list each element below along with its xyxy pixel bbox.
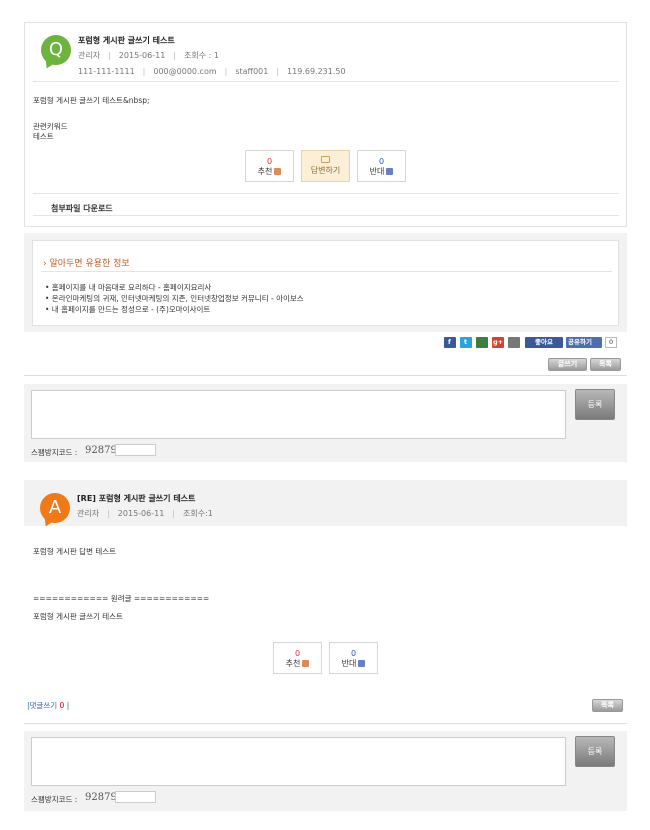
post-contact: 111-111-1111 | 000@0000.com | staff001 | 119.6… (78, 67, 346, 76)
answer-views: 조회수:1 (183, 509, 213, 518)
oppose-button[interactable]: 0 반대 (357, 150, 406, 182)
recommend-label: 추천 (285, 659, 301, 668)
answer-separator: ============ 원려글 ============ (33, 594, 210, 603)
attachment-download[interactable]: 첨부파일 다운로드 (51, 203, 113, 214)
thumbs-down-icon (386, 168, 394, 175)
recommend-button[interactable]: 0 추천 (273, 642, 322, 674)
post-phone: 111-111-1111 (78, 67, 135, 76)
post-ip: 119.69.231.50 (287, 67, 346, 76)
divider (24, 375, 627, 376)
keywords-label: 관련키워드 (33, 122, 68, 131)
write-button[interactable]: 글쓰기 (548, 358, 587, 371)
band-icon[interactable] (476, 337, 488, 348)
like-button[interactable]: 좋아요 (525, 337, 563, 348)
recommend-count: 0 (294, 649, 301, 658)
answer-body: 포럼형 게시판 답변 테스트 (33, 547, 117, 556)
submit-button[interactable]: 등록 (575, 736, 615, 767)
reply-icon (321, 156, 330, 163)
oppose-button[interactable]: 0 반대 (329, 642, 378, 674)
share-count: 0 (605, 337, 618, 348)
post-user-id: staff001 (235, 67, 269, 76)
question-avatar: Q (41, 35, 71, 65)
reply-label: 답변하기 (310, 166, 341, 175)
question-post: Q 포럼형 게시판 글쓰기 테스트 관리자 | 2015-06-11 | 조회수 : 1… (24, 22, 627, 227)
oppose-label: 반대 (341, 659, 357, 668)
info-link[interactable]: • 온라인마케팅의 귀재, 인터넷마케팅의 지존, 인터넷창업정보 커뮤니티 -… (45, 293, 304, 304)
oppose-label: 반대 (369, 167, 385, 176)
divider (33, 81, 619, 82)
spam-input[interactable] (115, 444, 156, 456)
divider (41, 271, 612, 272)
recommend-label: 추천 (257, 167, 273, 176)
google-plus-icon[interactable]: g+ (492, 337, 504, 348)
post-title[interactable]: 포럼형 게시판 글쓰기 테스트 (78, 35, 175, 46)
recommend-count: 0 (266, 157, 273, 166)
spam-code: 92879 (85, 445, 117, 456)
recommend-button[interactable]: 0 추천 (245, 150, 294, 182)
reply-button[interactable]: 답변하기 (301, 150, 350, 182)
divider (33, 215, 619, 216)
comment-textarea[interactable] (31, 390, 566, 439)
divider (33, 193, 619, 194)
comment-count-link[interactable]: |댓글쓰기 0 | (27, 700, 69, 711)
keywords-value: 테스트 (33, 132, 54, 141)
comment-count: 0 (59, 701, 65, 710)
post-date: 2015-06-11 (118, 51, 166, 60)
post-meta: 관리자 | 2015-06-11 | 조회수 : 1 (78, 51, 219, 60)
twitter-icon[interactable]: t (460, 337, 472, 348)
post-views: 조회수 : 1 (184, 51, 219, 60)
answer-author[interactable]: 관리자 (77, 509, 99, 518)
info-inner: › 알아두면 유용한 정보 • 홈페이지를 내 마음대로 요리하다 - 홈페이지… (32, 240, 619, 326)
facebook-icon[interactable]: f (444, 337, 456, 348)
spam-code: 92879 (85, 792, 117, 803)
info-panel: › 알아두면 유용한 정보 • 홈페이지를 내 마음대로 요리하다 - 홈페이지… (24, 233, 627, 332)
post-email[interactable]: 000@0000.com (153, 67, 216, 76)
answer-post: A [RE] 포럼형 게시판 글쓰기 테스트 관리자 | 2015-06-11 | 조회… (24, 480, 627, 696)
oppose-count: 0 (378, 157, 385, 166)
thumbs-up-icon (274, 168, 282, 175)
spam-input[interactable] (115, 791, 156, 803)
answer-date: 2015-06-11 (117, 509, 165, 518)
answer-meta: 관리자 | 2015-06-11 | 조회수:1 (77, 509, 213, 518)
info-link[interactable]: • 홈페이지를 내 마음대로 요리하다 - 홈페이지요리사 (45, 282, 211, 293)
list-button[interactable]: 목록 (590, 358, 621, 371)
info-link[interactable]: • 내 홈페이지를 만드는 정성으로 - (주)오마이사이트 (45, 304, 210, 315)
answer-original: 포럼형 게시판 글쓰기 테스트 (33, 612, 123, 621)
post-body: 포럼형 게시판 글쓰기 테스트&nbsp; (33, 96, 150, 105)
thumbs-down-icon (358, 660, 366, 667)
divider (24, 723, 627, 724)
share-button[interactable]: 공유하기 (566, 337, 602, 348)
spam-label: 스팸방지코드 : (31, 795, 78, 804)
list-button[interactable]: 목록 (592, 699, 623, 712)
post-author[interactable]: 관리자 (78, 51, 100, 60)
print-icon[interactable] (508, 337, 520, 348)
spam-label: 스팸방지코드 : (31, 448, 78, 457)
answer-title[interactable]: [RE] 포럼형 게시판 글쓰기 테스트 (77, 493, 195, 504)
comment-textarea[interactable] (31, 737, 566, 786)
thumbs-up-icon (302, 660, 310, 667)
comment-form: 등록 스팸방지코드 : 92879 (24, 731, 627, 811)
comment-suffix: | (66, 701, 70, 710)
info-title: › 알아두면 유용한 정보 (43, 259, 130, 269)
submit-button[interactable]: 등록 (575, 389, 615, 420)
comment-form: 등록 스팸방지코드 : 92879 (24, 384, 627, 462)
comment-label: |댓글쓰기 (27, 701, 58, 710)
answer-avatar: A (40, 493, 70, 523)
oppose-count: 0 (350, 649, 357, 658)
